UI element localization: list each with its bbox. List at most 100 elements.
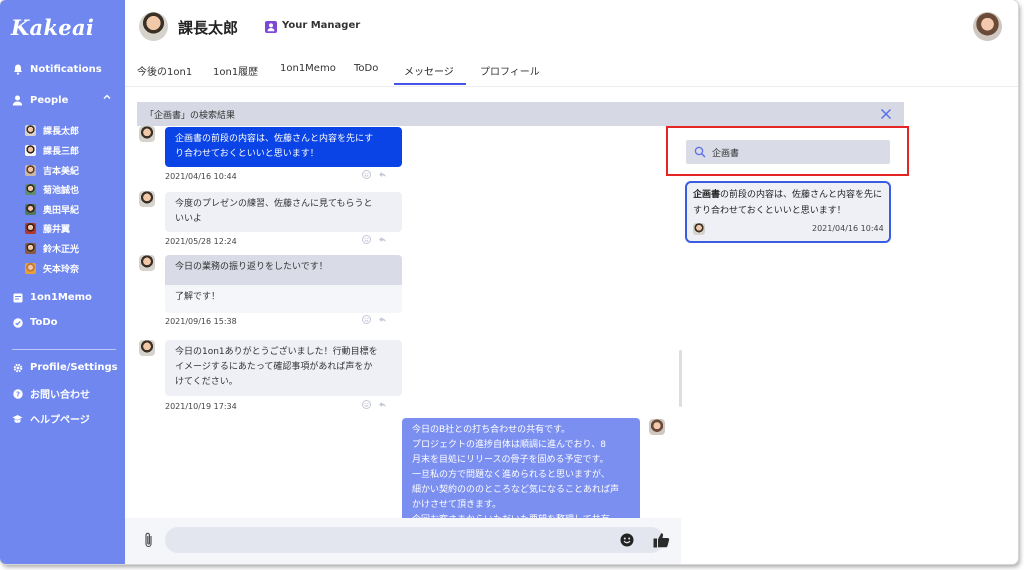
message-timestamp: 2021/04/16 10:44	[165, 172, 237, 181]
graduation-cap-icon	[12, 413, 23, 424]
message-bubble-highlighted[interactable]: 企画書の前段の内容は、佐藤さんと内容を先にす り合わせておくといいと思います！	[165, 127, 402, 167]
message-input-field[interactable]	[165, 527, 664, 553]
check-circle-icon	[12, 317, 23, 328]
gear-icon	[12, 362, 23, 373]
message-timestamp: 2021/09/16 15:38	[165, 317, 237, 326]
emoji-icon[interactable]	[620, 533, 634, 547]
reply-icon[interactable]	[378, 400, 387, 409]
search-results-title: 「企画書」の検索結果	[145, 111, 236, 121]
sidebar-item-settings[interactable]: Profile/Settings	[12, 362, 118, 373]
person-name: 藤井翼	[43, 225, 71, 235]
avatar	[649, 419, 665, 435]
message-actions	[362, 315, 392, 325]
emoji-icon[interactable]	[362, 170, 371, 179]
search-result-card[interactable]: 企画書の前段の内容は、佐藤さんと内容を先にすり合わせておくといいと思います！ 2…	[685, 181, 891, 243]
my-message-bubble[interactable]: 今日のB社との打ち合わせの共有です。 プロジェクトの進捗自体は順調に進んでおり、…	[402, 418, 640, 518]
message-bubble[interactable]: 今日の業務の振り返りをしたいです！	[165, 255, 402, 285]
avatar	[139, 191, 155, 207]
reply-icon[interactable]	[378, 235, 387, 244]
question-icon: ?	[12, 388, 23, 399]
tab-profile[interactable]: プロフィール	[480, 63, 540, 78]
search-result-snippet: の前段の内容は、佐藤さんと内容を先にすり合わせておくといいと思います！	[693, 190, 883, 216]
people-list-item[interactable]: 鈴木正光	[25, 242, 79, 255]
sidebar-item-label: 1on1Memo	[30, 292, 92, 303]
tab-todo[interactable]: ToDo	[354, 63, 378, 74]
manager-role-label: Your Manager	[282, 20, 361, 31]
avatar	[693, 223, 705, 235]
avatar	[25, 223, 36, 234]
message-bubble[interactable]: 今日の1on1ありがとうございました！行動目標を イメージするにあたって確認事項…	[165, 340, 402, 396]
people-list-item[interactable]: 吉本美紀	[25, 164, 79, 177]
emoji-icon[interactable]	[362, 315, 371, 324]
sidebar-item-label: People	[30, 95, 69, 106]
sidebar-item-contact[interactable]: ? お問い合わせ	[12, 386, 90, 401]
avatar	[25, 165, 36, 176]
sidebar-item-people[interactable]: People	[12, 95, 68, 106]
sidebar-item-label: お問い合わせ	[30, 390, 90, 401]
message-composer	[125, 518, 681, 564]
tab-messages[interactable]: メッセージ	[404, 63, 454, 78]
sidebar-item-label: ヘルプページ	[30, 415, 90, 426]
avatar	[25, 184, 36, 195]
user-avatar[interactable]	[973, 12, 1002, 41]
scrollbar[interactable]	[679, 350, 682, 407]
bell-icon	[12, 64, 23, 75]
emoji-icon[interactable]	[362, 235, 371, 244]
people-list-item[interactable]: 菊池誠也	[25, 183, 79, 196]
people-list-item[interactable]: 矢本玲奈	[25, 262, 79, 275]
search-results-bar: 「企画書」の検索結果	[137, 102, 904, 126]
reply-icon[interactable]	[378, 170, 387, 179]
tab-1on1-history[interactable]: 1on1履歴	[213, 63, 258, 78]
message-input[interactable]	[177, 532, 607, 548]
message-bubble[interactable]: 今度のプレゼンの練習、佐藤さんに見てもらうと いいよ	[165, 192, 402, 232]
search-icon	[694, 146, 706, 158]
person-name: 奥田早紀	[43, 206, 80, 216]
avatar	[139, 12, 168, 41]
message-timestamp: 2021/10/19 17:34	[165, 402, 237, 411]
svg-text:?: ?	[15, 390, 19, 398]
sidebar-item-todo[interactable]: ToDo	[12, 317, 58, 328]
message-actions	[362, 235, 392, 245]
tab-1on1memo[interactable]: 1on1Memo	[280, 63, 336, 74]
people-list-item[interactable]: 奥田早紀	[25, 203, 79, 216]
sidebar-item-label: Notifications	[30, 64, 102, 75]
close-icon[interactable]	[878, 106, 894, 122]
thumbs-up-icon[interactable]	[653, 532, 671, 548]
sidebar-item-notifications[interactable]: Notifications	[12, 64, 102, 75]
message-thread[interactable]: 企画書の前段の内容は、佐藤さんと内容を先にす り合わせておくといいと思います！ …	[137, 126, 682, 518]
message-actions	[362, 170, 392, 180]
paperclip-icon[interactable]	[144, 531, 154, 549]
message-actions	[362, 400, 392, 410]
avatar	[25, 125, 36, 136]
person-name: 課長三郎	[43, 147, 80, 157]
sidebar-item-1on1memo[interactable]: 1on1Memo	[12, 292, 92, 303]
person-name: 課長太郎	[43, 127, 80, 137]
emoji-icon[interactable]	[362, 400, 371, 409]
sidebar-item-help[interactable]: ヘルプページ	[12, 411, 90, 426]
tab-upcoming-1on1[interactable]: 今後の1on1	[137, 63, 192, 78]
person-name: 矢本玲奈	[43, 265, 80, 275]
avatar	[139, 340, 155, 356]
search-result-timestamp: 2021/04/16 10:44	[812, 224, 884, 233]
person-name: 鈴木正光	[43, 245, 80, 255]
active-tab-indicator	[394, 83, 466, 85]
app-logo[interactable]: Kakeai	[11, 15, 94, 40]
reply-icon[interactable]	[378, 315, 387, 324]
sidebar-item-label: ToDo	[30, 317, 58, 328]
people-list-item[interactable]: 課長三郎	[25, 144, 79, 157]
person-name: 吉本美紀	[43, 167, 80, 177]
people-list-item[interactable]: 藤井翼	[25, 222, 70, 235]
memo-icon	[12, 292, 23, 303]
reply-bubble[interactable]: 了解です！	[165, 285, 402, 313]
avatar	[25, 204, 36, 215]
chevron-up-icon[interactable]	[103, 93, 111, 101]
search-input[interactable]	[712, 144, 882, 160]
avatar	[25, 145, 36, 156]
avatar	[139, 126, 155, 142]
avatar	[25, 243, 36, 254]
search-field[interactable]	[686, 140, 890, 164]
people-list-item[interactable]: 課長太郎	[25, 124, 79, 137]
app-window: Kakeai Notifications People 課長太郎 課長三郎 吉本…	[0, 0, 1018, 564]
sidebar-divider	[12, 349, 116, 350]
page-title: 課長太郎	[178, 19, 239, 37]
